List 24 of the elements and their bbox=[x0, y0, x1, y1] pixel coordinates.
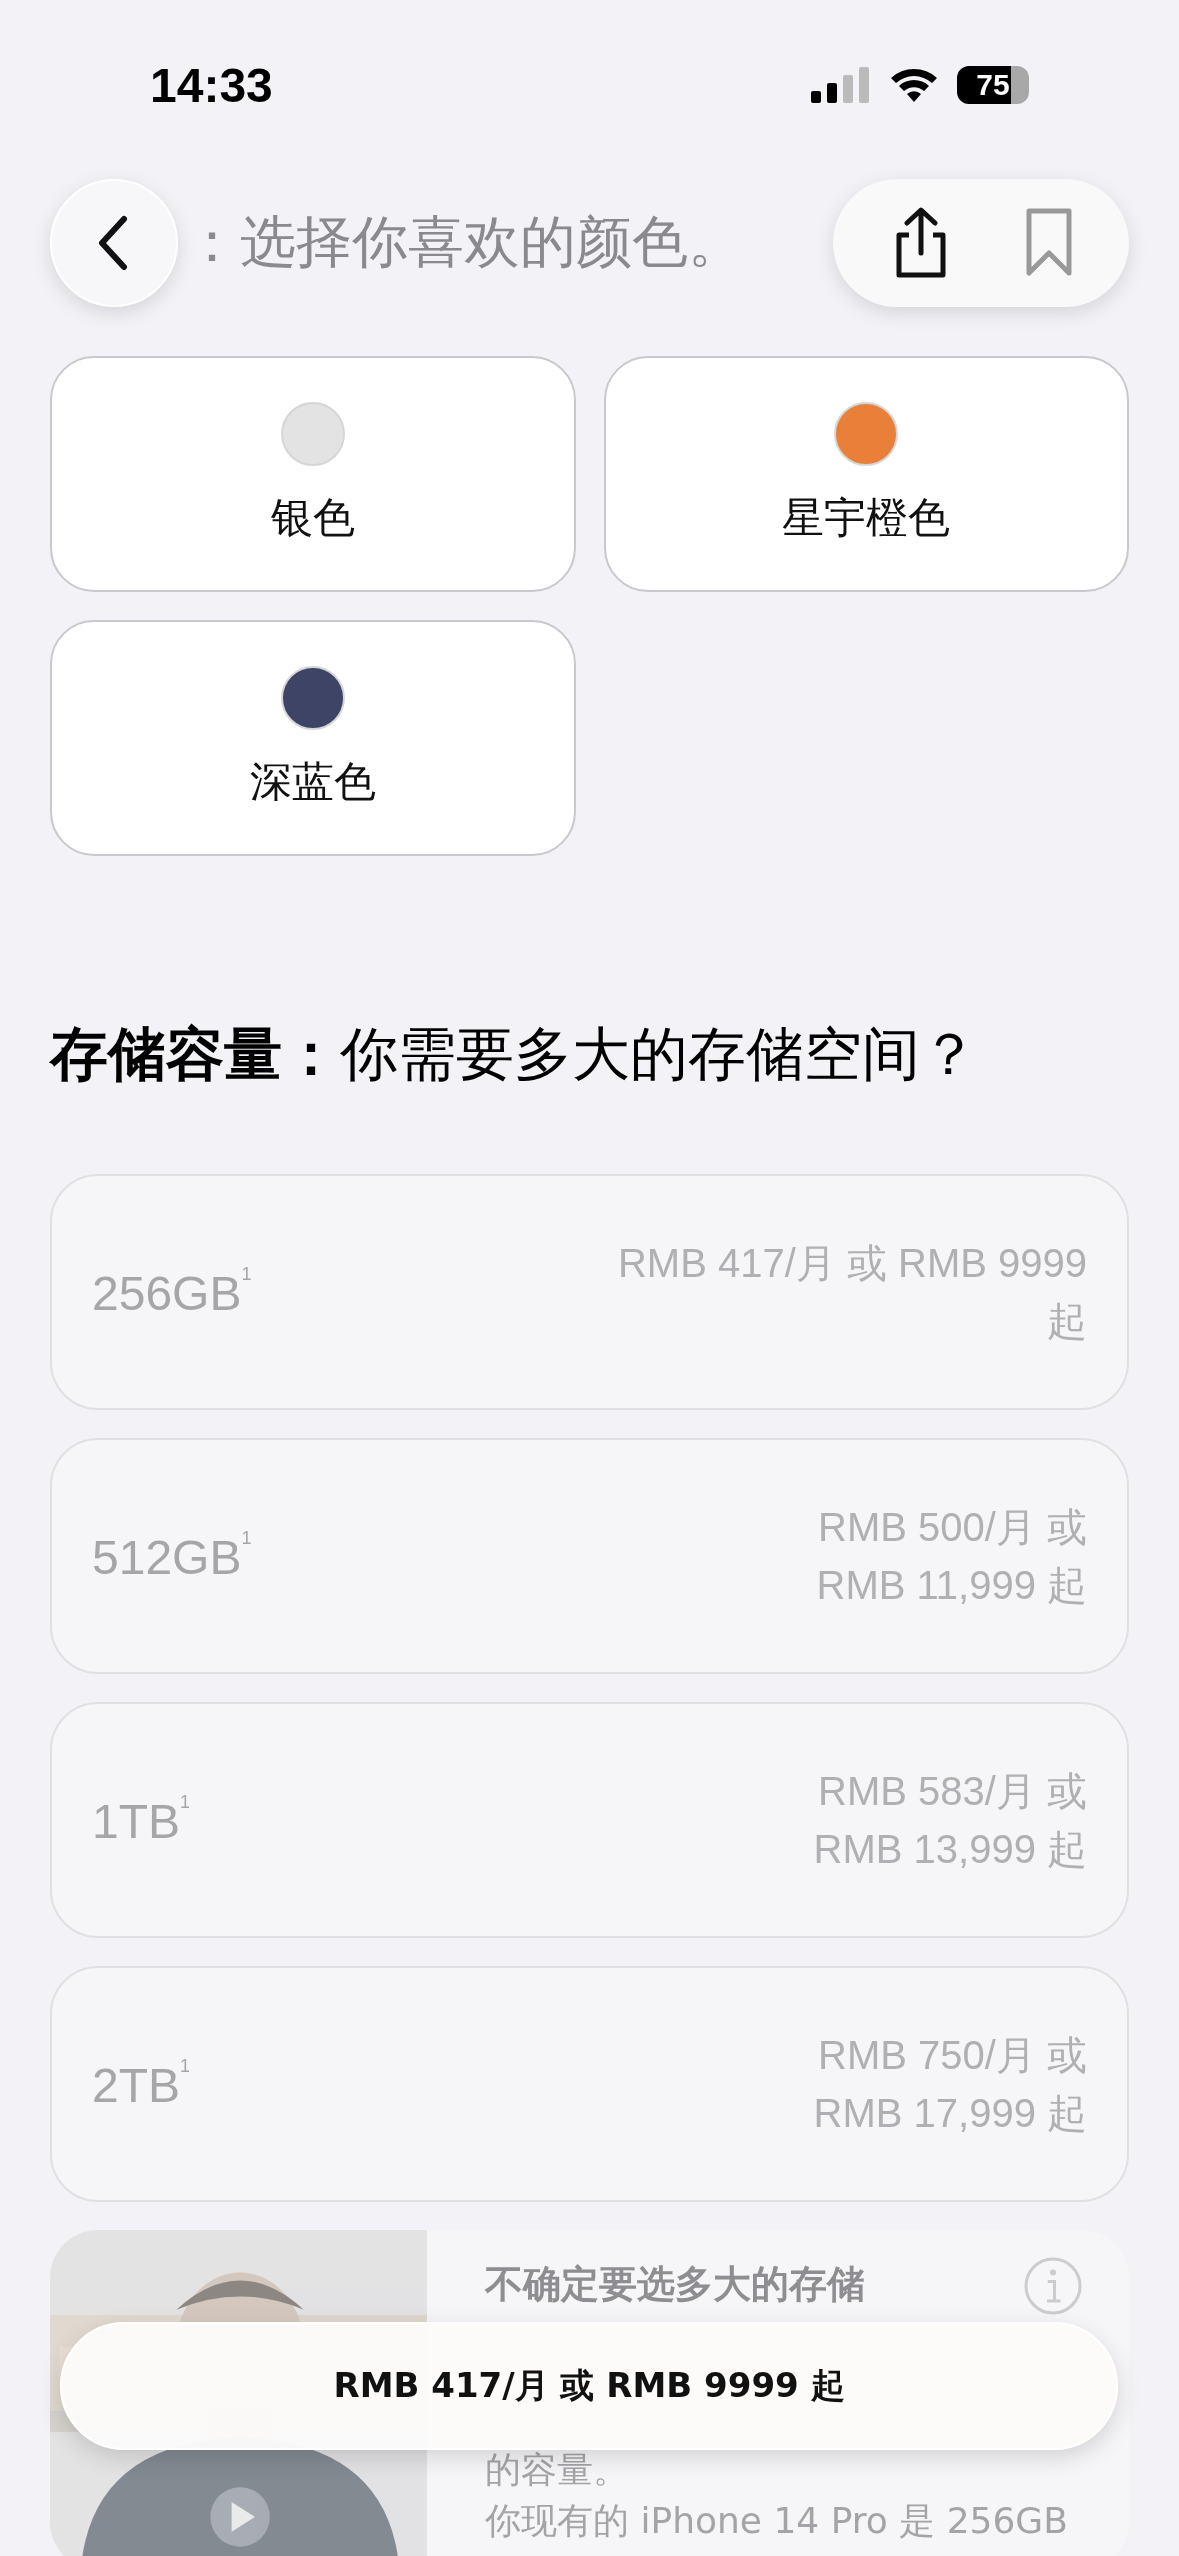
battery-icon: 75 bbox=[957, 66, 1029, 104]
color-option[interactable]: 深蓝色 bbox=[50, 620, 576, 856]
section-title: ：选择你喜欢的颜色。 bbox=[184, 208, 745, 276]
capacity-label: 256GB$^{1}$ bbox=[92, 1263, 252, 1321]
color-name: 银色 bbox=[270, 492, 355, 544]
color-name: 星宇橙色 bbox=[782, 492, 951, 544]
price-text: RMB 583/月 或 RMB 13,999 起 bbox=[812, 1768, 1087, 1873]
color-option[interactable]: 银色 bbox=[50, 356, 576, 592]
help-title: 不确定要选多大的存储 bbox=[485, 2262, 865, 2308]
help-text: 的容量。 bbox=[485, 2447, 629, 2491]
storage-heading: 存储容量：你需要多大的存储空间？ bbox=[50, 1019, 979, 1090]
price-bar[interactable]: RMB 417/月 或 RMB 9999 起 bbox=[60, 2322, 1118, 2450]
capacity-label: 512GB$^{1}$ bbox=[92, 1527, 252, 1585]
wifi-icon bbox=[889, 66, 939, 104]
capacity-label: 1TB$^{1}$ bbox=[92, 1791, 191, 1849]
signal-icon bbox=[811, 67, 871, 103]
price-text: RMB 500/月 或 RMB 11,999 起 bbox=[815, 1504, 1087, 1609]
color-option[interactable]: 星宇橙色 bbox=[603, 356, 1129, 592]
price-text: RMB 750/月 或 RMB 17,999 起 bbox=[812, 2032, 1087, 2137]
capacity-label: 2TB$^{1}$ bbox=[92, 2055, 191, 2113]
help-text: 你现有的 iPhone 14 Pro 是 256GB bbox=[485, 2498, 1068, 2542]
price-text: RMB 417/月 或 RMB 9999 起 bbox=[616, 1240, 1087, 1345]
status-time: 14:33 bbox=[150, 57, 273, 113]
color-name: 深蓝色 bbox=[249, 756, 376, 808]
